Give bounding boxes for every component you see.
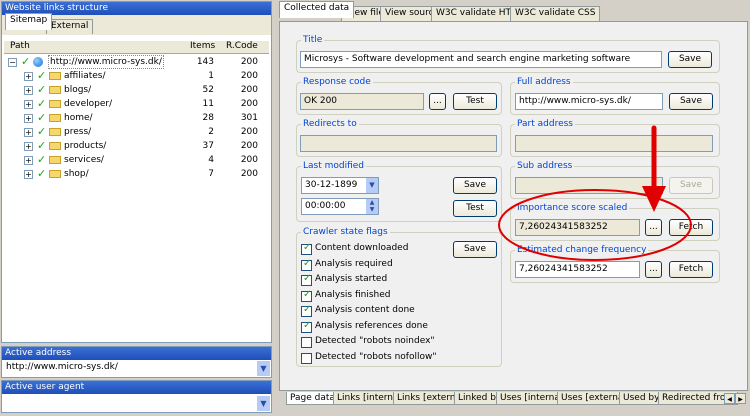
tree-items: 4 — [208, 155, 214, 165]
active-agent-combo[interactable]: ▼ — [3, 396, 270, 411]
chevron-down-icon[interactable]: ▼ — [257, 396, 270, 411]
tree-code: 200 — [240, 85, 258, 95]
expand-icon[interactable]: + — [24, 156, 33, 165]
folder-icon — [49, 128, 61, 136]
tree-row[interactable]: − ✓ http://www.micro-sys.dk/143 200 — [4, 55, 266, 69]
expand-icon[interactable]: + — [24, 114, 33, 123]
bottom-tab-bar: Page data Links [internal] Links [external… — [279, 392, 748, 407]
column-items[interactable]: Items — [190, 41, 215, 51]
scroll-left-icon[interactable]: ◀ — [724, 393, 735, 404]
tree-view: − ✓ http://www.micro-sys.dk/143 200 + ✓ affili… — [4, 55, 269, 340]
collected-data-page: Title Microsys - Software development an… — [279, 21, 748, 391]
scroll-right-icon[interactable]: ▶ — [735, 393, 746, 404]
check-icon: ✓ — [37, 167, 47, 180]
check-icon: ✓ — [37, 153, 47, 166]
expand-icon[interactable]: + — [24, 86, 33, 95]
tree-label: home/ — [64, 113, 93, 123]
active-address-title: Active address — [2, 347, 271, 360]
expand-icon[interactable]: + — [24, 142, 33, 151]
expand-icon[interactable]: + — [24, 128, 33, 137]
tab-w3c-css[interactable]: W3C validate CSS — [510, 6, 601, 21]
tree-label: developer/ — [64, 99, 113, 109]
tree-row[interactable]: + ✓ home/28 301 — [4, 111, 266, 125]
tree-code: 200 — [240, 169, 258, 179]
active-address-value: http://www.micro-sys.dk/ — [6, 362, 118, 372]
folder-icon — [49, 72, 61, 80]
tab-collected-data[interactable]: Collected data — [279, 1, 355, 18]
tree-row[interactable]: + ✓ affiliates/1 200 — [4, 69, 266, 83]
tree-row[interactable]: + ✓ products/37 200 — [4, 139, 266, 153]
globe-icon — [33, 57, 43, 67]
tree-items: 37 — [202, 141, 214, 151]
column-path[interactable]: Path — [10, 41, 30, 51]
tree-items: 143 — [196, 57, 214, 67]
annotation-overlay — [498, 125, 692, 261]
tree-items: 52 — [202, 85, 214, 95]
tree-code: 200 — [240, 127, 258, 137]
tree-items: 1 — [208, 71, 214, 81]
chevron-down-icon[interactable]: ▼ — [257, 361, 270, 376]
tree-row[interactable]: + ✓ shop/7 200 — [4, 167, 266, 181]
expand-icon[interactable]: + — [24, 100, 33, 109]
tree-label: blogs/ — [64, 85, 92, 95]
active-address-panel: Active address http://www.micro-sys.dk/ … — [1, 346, 272, 378]
right-tab-strip: Collected data View file View source W3C… — [277, 1, 747, 21]
bottom-tab[interactable]: Used by — [619, 392, 664, 405]
folder-icon — [49, 156, 61, 164]
check-icon: ✓ — [21, 55, 31, 68]
folder-icon — [49, 142, 61, 150]
active-address-combo[interactable]: http://www.micro-sys.dk/ ▼ — [3, 361, 270, 376]
tree-row[interactable]: + ✓ press/2 200 — [4, 125, 266, 139]
check-icon: ✓ — [37, 125, 47, 138]
left-panel: Website links structure Sitemap External… — [1, 1, 272, 343]
folder-icon — [49, 114, 61, 122]
tree-row[interactable]: + ✓ blogs/52 200 — [4, 83, 266, 97]
tree-code: 200 — [240, 57, 258, 67]
check-icon: ✓ — [37, 139, 47, 152]
annotation-arrow-head — [642, 186, 666, 212]
tree-row[interactable]: + ✓ developer/11 200 — [4, 97, 266, 111]
tree-code: 200 — [240, 99, 258, 109]
tree-label: services/ — [64, 155, 104, 165]
active-agent-title: Active user agent — [2, 381, 271, 394]
tree-code: 301 — [240, 113, 258, 123]
tab-sitemap[interactable]: Sitemap — [5, 13, 53, 30]
tree-code: 200 — [240, 71, 258, 81]
check-icon: ✓ — [37, 97, 47, 110]
tree-items: 7 — [208, 169, 214, 179]
bottom-tab[interactable]: Page data — [286, 392, 339, 405]
tree-label: press/ — [64, 127, 92, 137]
check-icon: ✓ — [37, 83, 47, 96]
tree-code: 200 — [240, 141, 258, 151]
tree-items: 11 — [202, 99, 214, 109]
expand-icon[interactable]: + — [24, 170, 33, 179]
tab-external[interactable]: External — [46, 19, 94, 34]
tree-label: affiliates/ — [64, 71, 106, 81]
expand-icon[interactable]: + — [24, 72, 33, 81]
tree-label: shop/ — [64, 169, 89, 179]
tree-code: 200 — [240, 155, 258, 165]
left-tab-strip: Sitemap External — [2, 13, 271, 35]
check-icon: ✓ — [37, 69, 47, 82]
folder-icon — [49, 170, 61, 178]
active-agent-panel: Active user agent ▼ — [1, 380, 272, 413]
annotation-ellipse — [498, 189, 692, 261]
check-icon: ✓ — [37, 111, 47, 124]
tree-label: products/ — [64, 141, 107, 151]
tree-items: 28 — [202, 113, 214, 123]
tree-label: http://www.micro-sys.dk/ — [48, 55, 164, 69]
tree-items: 2 — [208, 127, 214, 137]
tree-header: Path Items R.Code — [4, 41, 269, 54]
folder-icon — [49, 86, 61, 94]
column-rcode[interactable]: R.Code — [226, 41, 258, 51]
tree-row[interactable]: + ✓ services/4 200 — [4, 153, 266, 167]
collapse-icon[interactable]: − — [8, 58, 17, 67]
folder-icon — [49, 100, 61, 108]
